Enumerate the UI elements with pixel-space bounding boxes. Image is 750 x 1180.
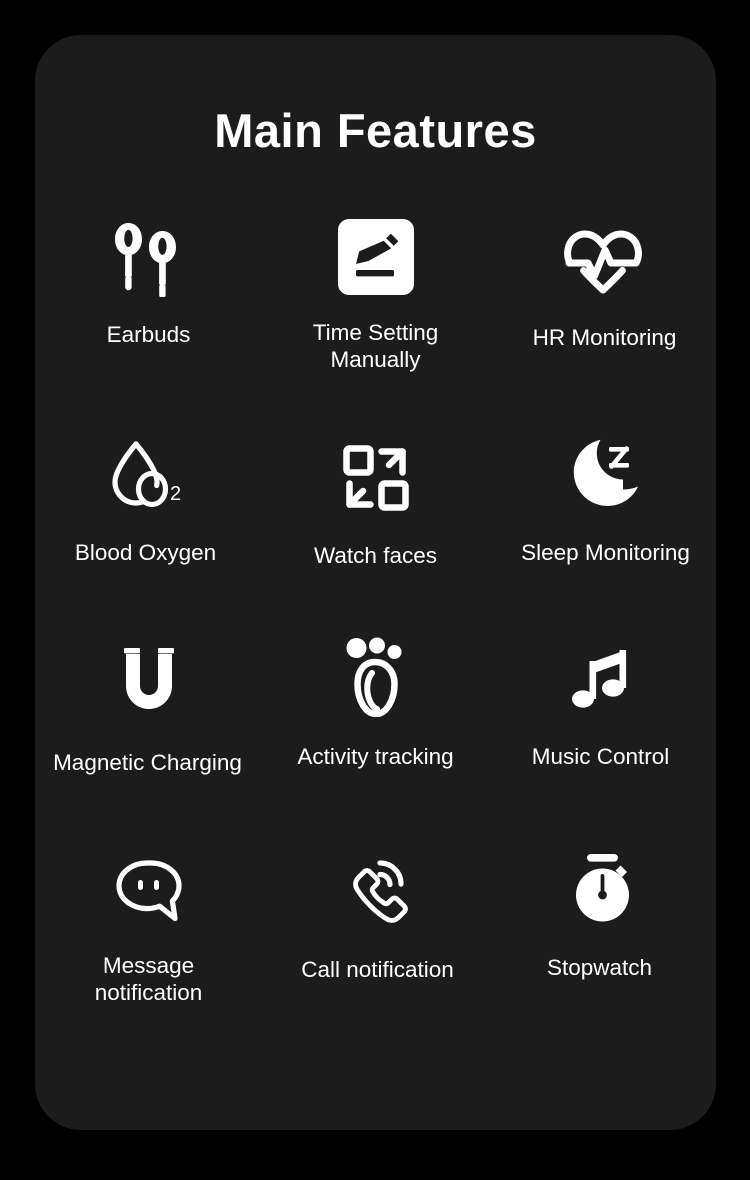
page-title: Main Features (214, 104, 537, 157)
magnet-icon (99, 633, 199, 733)
watch-faces-grid-icon (326, 428, 426, 528)
feature-item-magnetic-charging[interactable]: Magnetic Charging (35, 625, 262, 834)
feature-item-watch-faces[interactable]: Watch faces (262, 416, 489, 625)
feature-label: HR Monitoring (532, 325, 677, 350)
earbuds-icon (99, 209, 199, 309)
feature-item-blood-oxygen[interactable]: 2 Blood Oxygen (35, 416, 262, 625)
feature-label: Sleep Monitoring (521, 540, 690, 565)
speech-bubble-icon (99, 842, 199, 942)
edit-pencil-icon (326, 207, 426, 307)
feature-label: Blood Oxygen (74, 540, 217, 565)
feature-item-message-notification[interactable]: Message notification (35, 834, 262, 1043)
feature-label: Call notification (301, 957, 454, 982)
feature-label: Time Setting Manually (312, 320, 439, 372)
feature-label: Stopwatch (546, 955, 653, 980)
feature-item-music-control[interactable]: Music Control (489, 625, 716, 834)
feature-item-call-notification[interactable]: Call notification (262, 834, 489, 1043)
feature-label: Watch faces (314, 543, 437, 568)
feature-item-earbuds[interactable]: Earbuds (35, 207, 262, 416)
music-note-icon (553, 629, 653, 729)
stopwatch-icon (553, 838, 653, 938)
feature-label: Activity tracking (297, 744, 454, 769)
footprint-icon (326, 627, 426, 727)
feature-label: Magnetic Charging (53, 750, 242, 775)
feature-label: Message notification (94, 953, 203, 1005)
moon-sleep-icon (553, 424, 653, 524)
features-card: Main Features Earbuds Time Setting Manua… (35, 35, 716, 1130)
feature-poster: Main Features Earbuds Time Setting Manua… (0, 0, 750, 1180)
feature-item-activity-tracking[interactable]: Activity tracking (262, 625, 489, 834)
feature-label: Earbuds (106, 322, 191, 347)
features-grid: Earbuds Time Setting Manually HR Monitor… (35, 207, 716, 1043)
feature-item-stopwatch[interactable]: Stopwatch (489, 834, 716, 1043)
heart-pulse-icon (553, 211, 653, 311)
svg-text:2: 2 (170, 483, 181, 505)
feature-item-hr-monitoring[interactable]: HR Monitoring (489, 207, 716, 416)
feature-item-sleep-monitoring[interactable]: Sleep Monitoring (489, 416, 716, 625)
feature-item-time-setting[interactable]: Time Setting Manually (262, 207, 489, 416)
blood-oxygen-droplet-icon: 2 (99, 426, 199, 526)
feature-label: Music Control (531, 744, 670, 769)
phone-call-icon (326, 842, 426, 942)
